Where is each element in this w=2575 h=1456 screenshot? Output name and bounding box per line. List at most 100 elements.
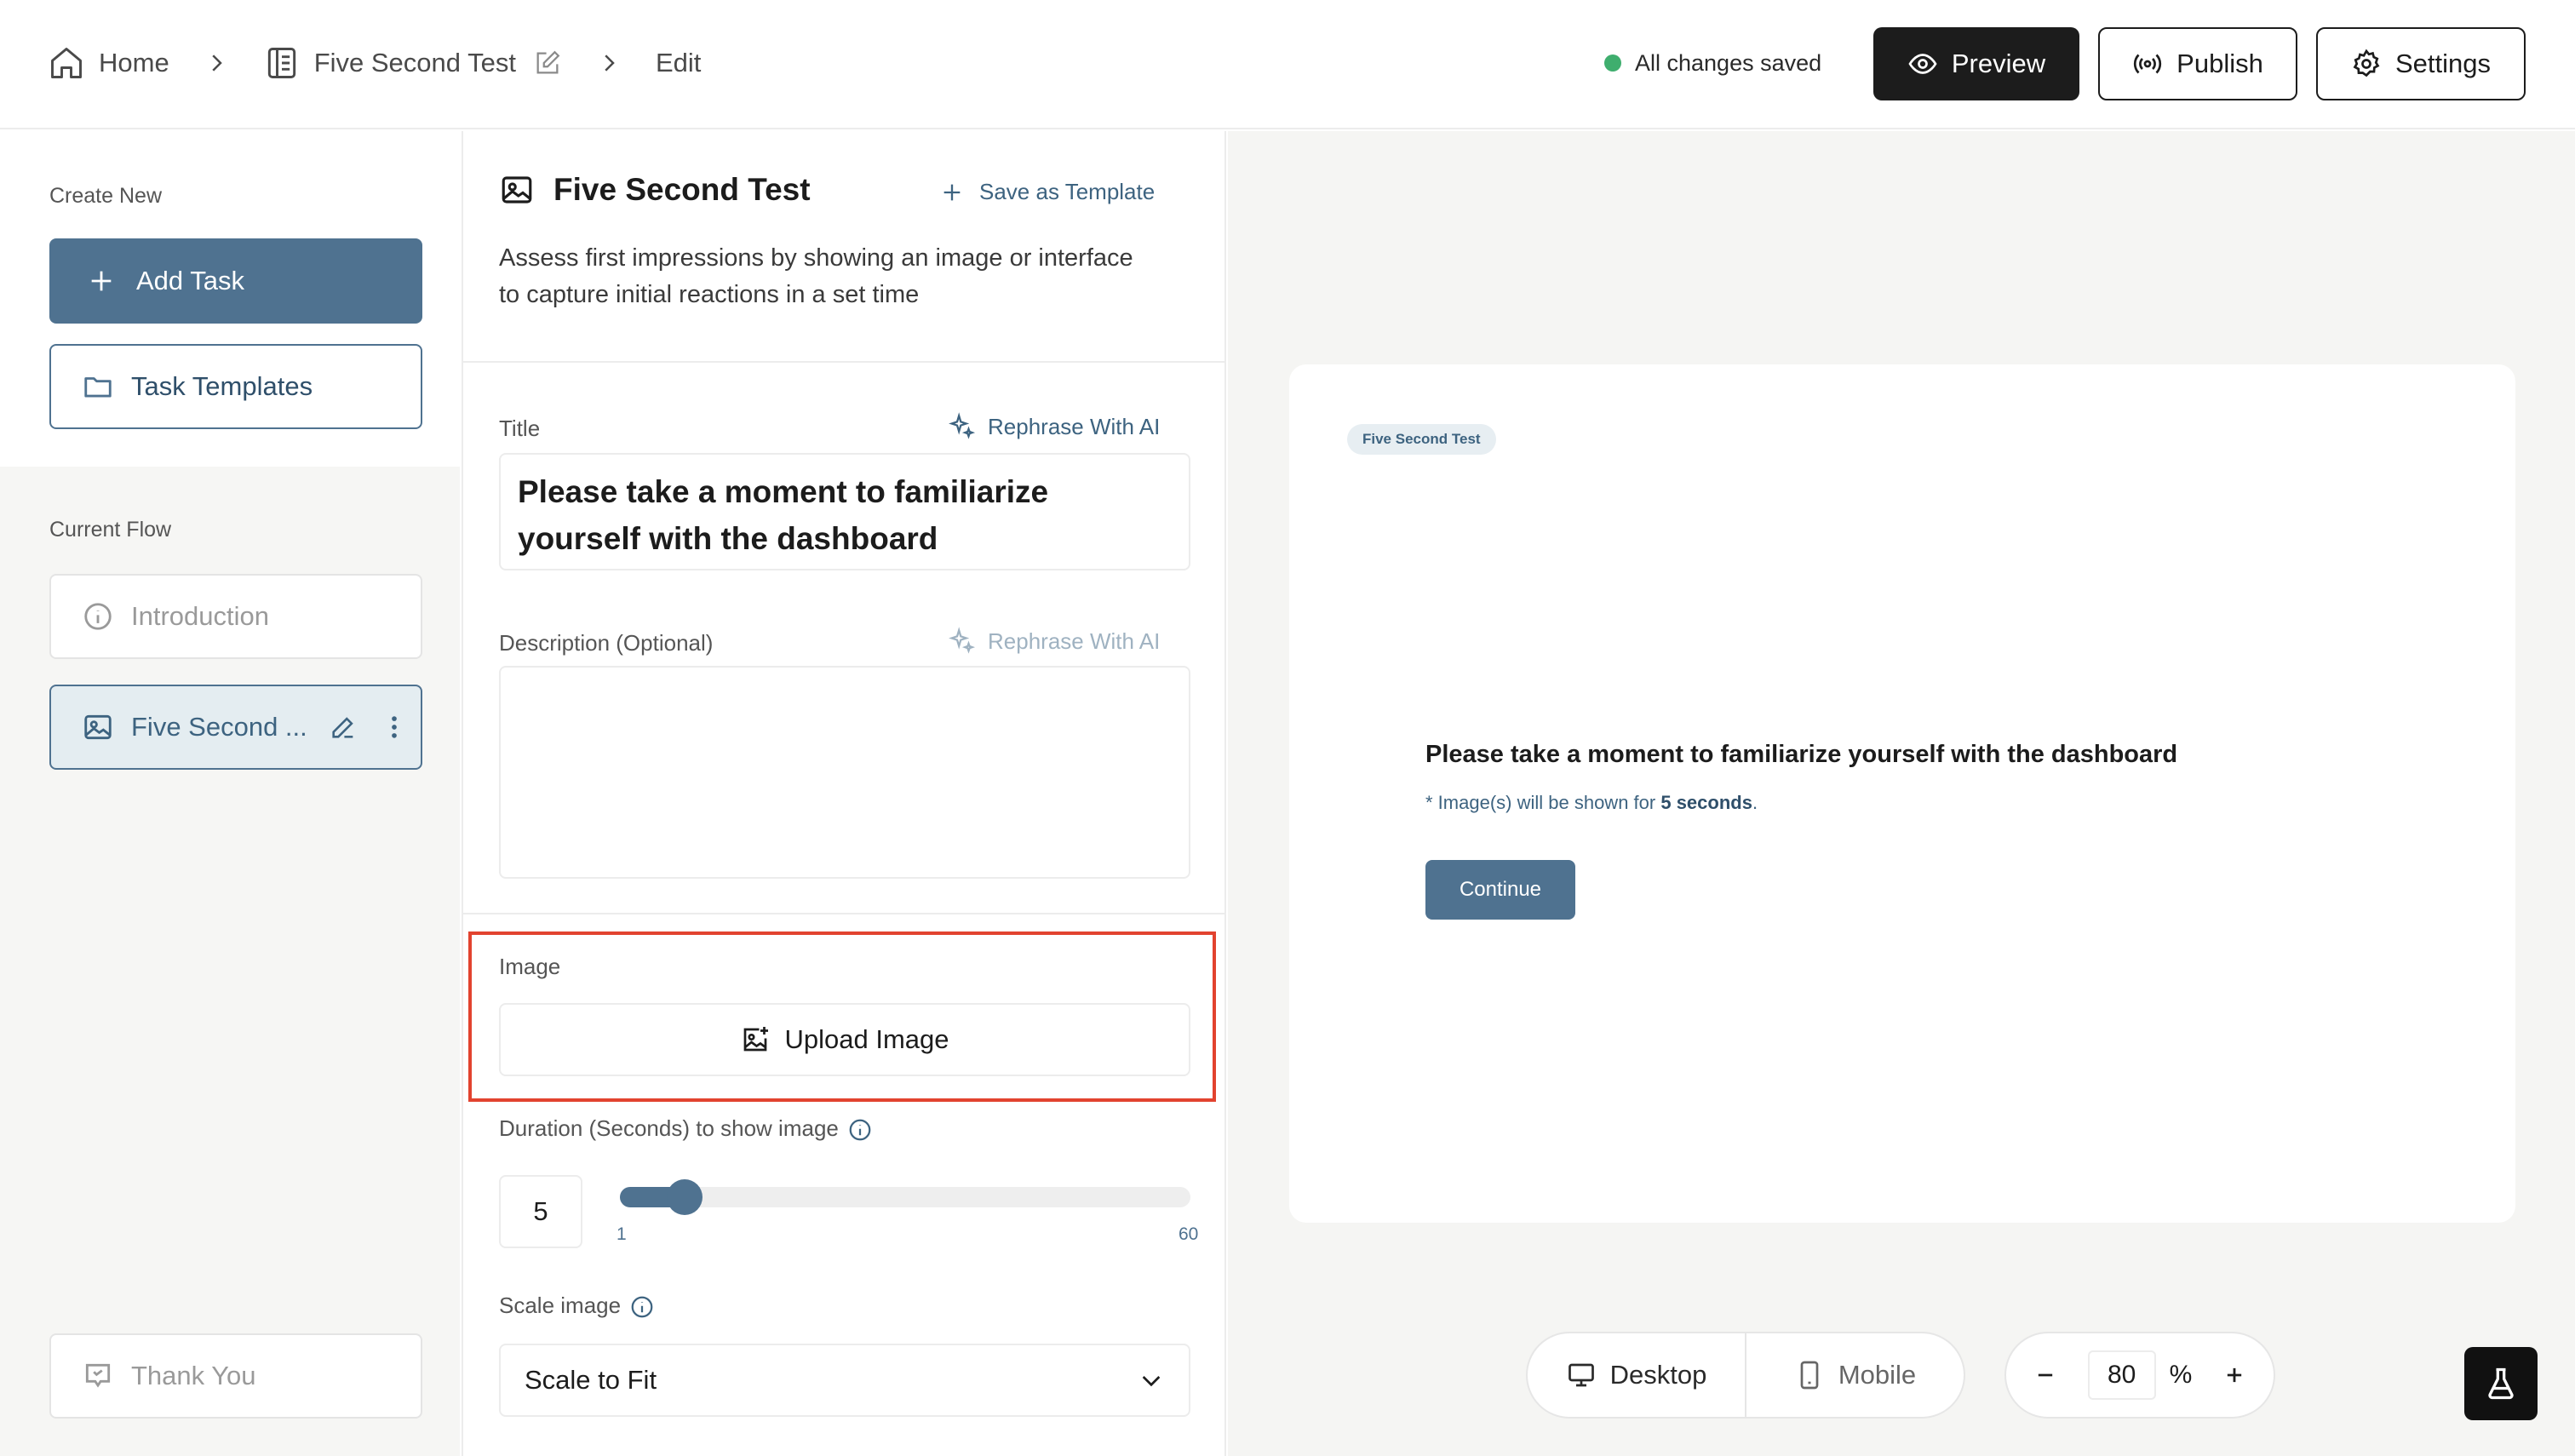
scale-image-value: Scale to Fit bbox=[525, 1365, 657, 1395]
eye-icon bbox=[1908, 54, 1937, 74]
flow-item-five-second-label: Five Second ... bbox=[131, 712, 307, 742]
rephrase-title-label: Rephrase With AI bbox=[988, 413, 1161, 439]
device-toggle: Desktop Mobile bbox=[1526, 1332, 1965, 1419]
info-icon[interactable] bbox=[629, 1294, 655, 1320]
sparkle-icon bbox=[949, 412, 976, 439]
lab-button[interactable] bbox=[2464, 1347, 2538, 1420]
preview-note: * Image(s) will be shown for 5 seconds. bbox=[1425, 792, 1758, 814]
description-label: Description (Optional) bbox=[499, 630, 714, 656]
message-icon bbox=[85, 1363, 111, 1388]
minus-icon bbox=[2038, 1373, 2053, 1377]
duration-input[interactable]: 5 bbox=[499, 1175, 582, 1248]
pencil-icon[interactable] bbox=[329, 713, 358, 742]
scale-image-label: Scale image bbox=[499, 1293, 655, 1320]
preview-continue-label: Continue bbox=[1459, 878, 1542, 901]
monitor-icon bbox=[1568, 1363, 1594, 1387]
status-dot bbox=[1604, 54, 1621, 72]
breadcrumb-current: Edit bbox=[656, 48, 701, 78]
flow-item-thank-you-label: Thank You bbox=[131, 1361, 256, 1390]
chevron-down-icon bbox=[1142, 1376, 1161, 1387]
upload-image-button[interactable]: Upload Image bbox=[499, 1003, 1190, 1076]
preview-note-prefix: * Image(s) will be shown for bbox=[1425, 792, 1656, 813]
flow-item-thank-you[interactable]: Thank You bbox=[49, 1333, 422, 1419]
save-status: All changes saved bbox=[1604, 48, 1821, 78]
task-description: Assess first impressions by showing an i… bbox=[499, 244, 1133, 308]
desktop-toggle-label: Desktop bbox=[1609, 1360, 1707, 1390]
task-editor-panel: Five Second Test Save as Template Assess… bbox=[462, 131, 1226, 1456]
divider bbox=[463, 361, 1226, 363]
zoom-control: 80 % bbox=[2004, 1332, 2275, 1419]
preview-button[interactable]: Preview bbox=[1873, 27, 2079, 100]
flask-icon bbox=[2488, 1367, 2514, 1400]
task-templates-label: Task Templates bbox=[131, 371, 313, 401]
chevron-right-icon bbox=[212, 54, 222, 72]
top-header: Home Five Second Test Edit All changes s… bbox=[0, 0, 2575, 129]
upload-image-label: Upload Image bbox=[784, 1024, 949, 1054]
breadcrumb-home[interactable]: Home bbox=[48, 44, 169, 82]
description-input[interactable] bbox=[499, 666, 1190, 879]
breadcrumb-current-label: Edit bbox=[655, 48, 702, 77]
flow-item-introduction[interactable]: Introduction bbox=[49, 574, 422, 659]
mobile-toggle-button[interactable]: Mobile bbox=[1746, 1333, 1964, 1417]
rephrase-description-label: Rephrase With AI bbox=[988, 628, 1161, 654]
save-status-label: All changes saved bbox=[1635, 49, 1822, 76]
flow-item-five-second-test[interactable]: Five Second ... bbox=[49, 685, 422, 770]
slider-max-label: 60 bbox=[1179, 1224, 1199, 1244]
add-task-button[interactable]: Add Task bbox=[49, 238, 422, 324]
breadcrumb-test-label: Five Second Test bbox=[313, 48, 516, 77]
breadcrumb-test[interactable]: Five Second Test bbox=[263, 44, 562, 82]
info-icon bbox=[84, 603, 112, 630]
preview-note-suffix: . bbox=[1752, 792, 1758, 813]
publish-button[interactable]: Publish bbox=[2098, 27, 2297, 100]
zoom-input[interactable]: 80 bbox=[2087, 1350, 2156, 1400]
zoom-value: 80 % bbox=[2087, 1350, 2193, 1400]
add-task-label: Add Task bbox=[136, 266, 244, 295]
settings-button-label: Settings bbox=[2394, 49, 2491, 78]
plus-icon bbox=[91, 271, 112, 291]
settings-button[interactable]: Settings bbox=[2316, 27, 2526, 100]
image-plus-icon bbox=[744, 1027, 769, 1052]
slider-handle[interactable] bbox=[667, 1179, 703, 1215]
duration-label-text: Duration (Seconds) to show image bbox=[499, 1115, 839, 1141]
editor-heading: Five Second Test bbox=[499, 172, 811, 208]
preview-note-value: 5 seconds bbox=[1660, 792, 1752, 813]
sparkle-icon bbox=[949, 627, 976, 654]
task-templates-button[interactable]: Task Templates bbox=[49, 344, 422, 429]
publish-button-label: Publish bbox=[2176, 49, 2263, 78]
mobile-toggle-label: Mobile bbox=[1838, 1360, 1917, 1390]
zoom-in-button[interactable] bbox=[2216, 1356, 2253, 1394]
title-label: Title bbox=[499, 416, 541, 441]
plus-icon bbox=[943, 184, 961, 200]
editor-heading-label: Five Second Test bbox=[553, 172, 811, 207]
left-sidebar: Create New Add Task Task Templates Curre… bbox=[0, 131, 460, 1456]
slider-min-label: 1 bbox=[617, 1224, 627, 1244]
info-icon[interactable] bbox=[847, 1117, 873, 1143]
zoom-out-button[interactable] bbox=[2027, 1356, 2064, 1394]
desktop-toggle-button[interactable]: Desktop bbox=[1528, 1333, 1746, 1417]
smartphone-icon bbox=[1800, 1361, 1819, 1390]
gear-icon bbox=[2353, 49, 2380, 77]
breadcrumb-home-label: Home bbox=[99, 48, 169, 77]
folder-icon bbox=[84, 377, 112, 398]
preview-button-label: Preview bbox=[1951, 49, 2046, 78]
duration-label: Duration (Seconds) to show image bbox=[499, 1115, 873, 1143]
save-as-template-button[interactable]: Save as Template bbox=[940, 179, 1155, 205]
broadcast-icon bbox=[2134, 54, 2162, 74]
home-icon bbox=[51, 48, 82, 78]
zoom-unit: % bbox=[2169, 1361, 2193, 1389]
title-input[interactable]: Please take a moment to familiarize your… bbox=[499, 453, 1190, 570]
rephrase-title-button[interactable]: Rephrase With AI bbox=[947, 412, 1160, 441]
duration-slider[interactable] bbox=[620, 1179, 1190, 1215]
pencil-icon[interactable] bbox=[533, 49, 562, 77]
preview-continue-button[interactable]: Continue bbox=[1425, 860, 1575, 920]
more-vertical-icon[interactable] bbox=[380, 713, 409, 742]
preview-title: Please take a moment to familiarize your… bbox=[1425, 741, 2178, 768]
preview-task-tag: Five Second Test bbox=[1347, 424, 1496, 455]
image-label: Image bbox=[499, 954, 561, 979]
scale-image-label-text: Scale image bbox=[499, 1293, 622, 1318]
scale-image-select[interactable]: Scale to Fit bbox=[499, 1344, 1190, 1417]
create-new-label: Create New bbox=[49, 184, 162, 208]
current-flow-label: Current Flow bbox=[49, 518, 172, 542]
rephrase-description-button[interactable]: Rephrase With AI bbox=[947, 627, 1160, 656]
flow-item-introduction-label: Introduction bbox=[131, 601, 269, 631]
